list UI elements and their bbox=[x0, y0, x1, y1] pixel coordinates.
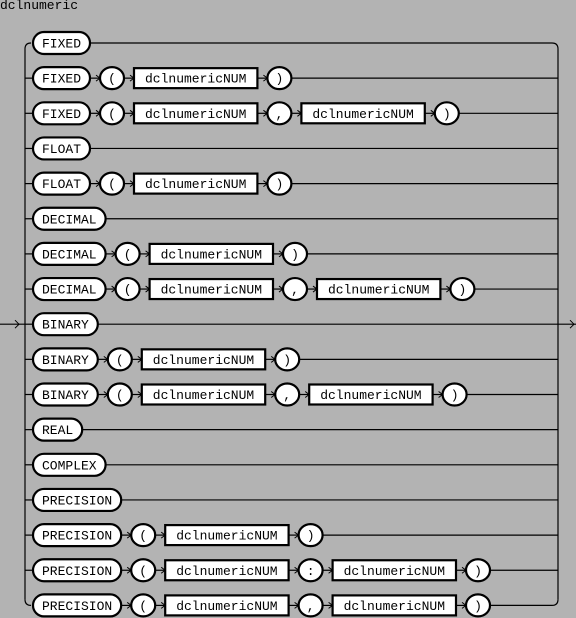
punctuation-label: ) bbox=[291, 247, 299, 262]
punctuation-label: ) bbox=[474, 599, 482, 614]
punctuation-label: ) bbox=[307, 529, 315, 544]
keyword-label: DECIMAL bbox=[42, 283, 97, 298]
nonterminal-label[interactable]: dclnumericNUM bbox=[328, 283, 429, 298]
nonterminal-label[interactable]: dclnumericNUM bbox=[145, 72, 246, 87]
nonterminal-label[interactable]: dclnumericNUM bbox=[161, 283, 262, 298]
right-rail-curve bbox=[551, 599, 559, 606]
punctuation-label: ) bbox=[283, 353, 291, 368]
punctuation-label: ( bbox=[139, 599, 147, 614]
punctuation-label: ( bbox=[116, 353, 124, 368]
nonterminal-label[interactable]: dclnumericNUM bbox=[176, 529, 277, 544]
punctuation-label: , bbox=[283, 388, 291, 403]
punctuation-label: ( bbox=[139, 564, 147, 579]
punctuation-label: ( bbox=[108, 177, 116, 192]
punctuation-label: ( bbox=[108, 72, 116, 87]
nonterminal-label[interactable]: dclnumericNUM bbox=[145, 177, 246, 192]
nonterminal-label[interactable]: dclnumericNUM bbox=[161, 247, 262, 262]
nonterminal-label[interactable]: dclnumericNUM bbox=[344, 599, 445, 614]
left-rail-curve bbox=[24, 599, 32, 606]
nonterminal-label[interactable]: dclnumericNUM bbox=[153, 388, 254, 403]
punctuation-label: , bbox=[291, 283, 299, 298]
nonterminal-label[interactable]: dclnumericNUM bbox=[145, 107, 246, 122]
keyword-label: BINARY bbox=[42, 318, 89, 333]
nonterminal-label[interactable]: dclnumericNUM bbox=[153, 353, 254, 368]
keyword-label: PRECISION bbox=[42, 564, 112, 579]
punctuation-label: ) bbox=[451, 388, 459, 403]
keyword-label: BINARY bbox=[42, 353, 89, 368]
punctuation-label: ) bbox=[275, 72, 283, 87]
punctuation-label: ) bbox=[458, 283, 466, 298]
keyword-label: PRECISION bbox=[42, 599, 112, 614]
keyword-label: DECIMAL bbox=[42, 212, 97, 227]
keyword-label: FIXED bbox=[42, 37, 81, 52]
punctuation-label: ( bbox=[116, 388, 124, 403]
nonterminal-label[interactable]: dclnumericNUM bbox=[176, 599, 277, 614]
nonterminal-label[interactable]: dclnumericNUM bbox=[320, 388, 421, 403]
keyword-label: PRECISION bbox=[42, 529, 112, 544]
right-rail bbox=[551, 42, 559, 600]
keyword-label: PRECISION bbox=[42, 493, 112, 508]
keyword-label: DECIMAL bbox=[42, 247, 97, 262]
punctuation-label: ) bbox=[474, 564, 482, 579]
keyword-label: COMPLEX bbox=[42, 458, 97, 473]
punctuation-label: ( bbox=[124, 283, 132, 298]
punctuation-label: ( bbox=[124, 247, 132, 262]
keyword-label: FIXED bbox=[42, 72, 81, 87]
punctuation-label: , bbox=[307, 599, 315, 614]
keyword-label: FLOAT bbox=[42, 177, 81, 192]
punctuation-label: ( bbox=[108, 107, 116, 122]
punctuation-label: , bbox=[275, 107, 283, 122]
nonterminal-label[interactable]: dclnumericNUM bbox=[312, 107, 413, 122]
punctuation-label: ( bbox=[139, 529, 147, 544]
punctuation-label: ) bbox=[443, 107, 451, 122]
keyword-label: FIXED bbox=[42, 107, 81, 122]
keyword-label: BINARY bbox=[42, 388, 89, 403]
railroad-diagram: FIXED FIXED ( dclnumericNUM) FIXED ( dclnumeri… bbox=[0, 30, 576, 618]
keyword-label: FLOAT bbox=[42, 142, 81, 157]
nonterminal-label[interactable]: dclnumericNUM bbox=[344, 564, 445, 579]
punctuation-label: : bbox=[307, 564, 315, 579]
nonterminal-label[interactable]: dclnumericNUM bbox=[176, 564, 277, 579]
punctuation-label: ) bbox=[275, 177, 283, 192]
left-rail bbox=[24, 42, 32, 600]
keyword-label: REAL bbox=[42, 423, 73, 438]
